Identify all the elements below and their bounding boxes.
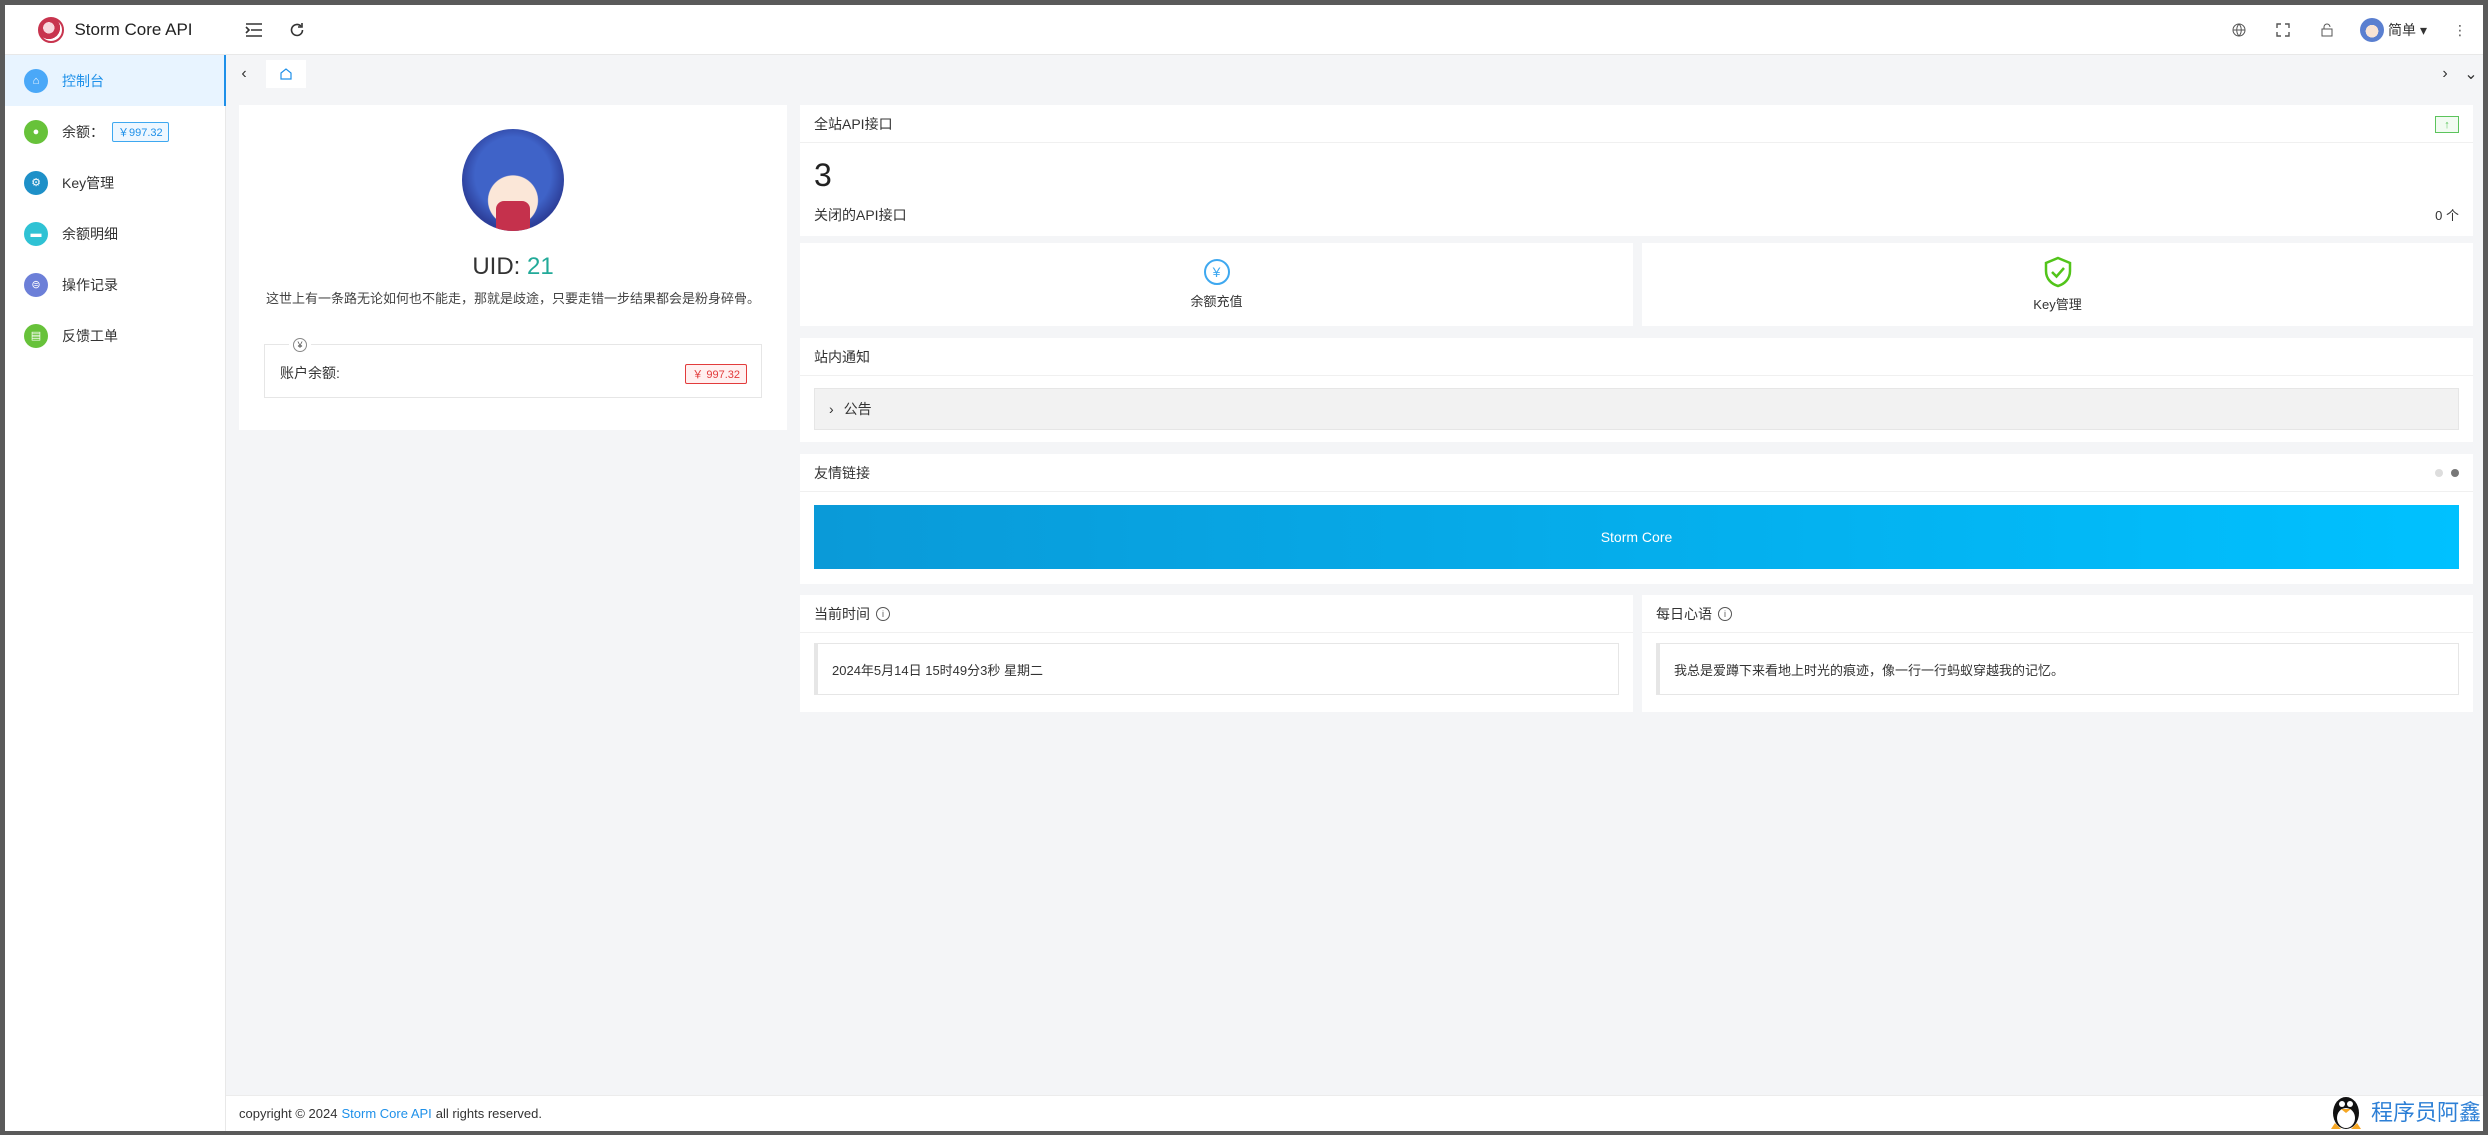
carousel-dot-active[interactable] <box>2451 469 2459 477</box>
user-menu[interactable]: 简单 ▾ <box>2359 18 2427 42</box>
footer: copyright © 2024 Storm Core API all righ… <box>226 1095 2483 1131</box>
time-card-head: 当前时间 i <box>800 595 1633 633</box>
chevron-right-icon[interactable]: › <box>2433 62 2457 86</box>
carousel-dot[interactable] <box>2435 469 2443 477</box>
sidebar-item-dashboard[interactable]: ⌂ 控制台 <box>5 55 226 106</box>
daily-quote-card: 每日心语 i 我总是爱蹲下来看地上时光的痕迹，像一行一行蚂蚁穿越我的记忆。 <box>1642 595 2473 712</box>
key-manage-button[interactable]: Key管理 <box>1642 243 2473 326</box>
friend-links-title: 友情链接 <box>800 454 2473 492</box>
account-balance-label: 账户余额: <box>280 365 340 381</box>
friend-links-card: 友情链接 Storm Core <box>800 454 2473 584</box>
sidebar-item-feedback[interactable]: ▤ 反馈工单 <box>5 310 225 361</box>
chevron-right-icon: › <box>829 401 834 417</box>
app-window: Storm Core API 简单 ▾ ⋮ ⌂ 控制台 ● 余额： ￥997.3… <box>5 5 2483 1131</box>
brand[interactable]: Storm Core API <box>5 5 226 55</box>
watermark: 程序员阿鑫 <box>2327 1091 2483 1131</box>
brand-logo-icon <box>38 17 65 43</box>
api-card-title: 全站API接口 <box>800 105 2473 143</box>
quote-card-head: 每日心语 i <box>1642 595 2473 633</box>
sidebar-item-operation-log[interactable]: ⊜ 操作记录 <box>5 259 225 310</box>
sidebar-item-label: 控制台 <box>62 72 104 89</box>
chevron-left-icon[interactable]: ‹ <box>232 62 256 86</box>
quote-title: 每日心语 <box>1656 605 1712 622</box>
info-icon[interactable]: i <box>876 606 890 621</box>
recharge-label: 余额充值 <box>1190 294 1243 309</box>
log-icon: ⊜ <box>24 272 48 297</box>
yen-icon: ¥ <box>1203 259 1230 285</box>
notice-title: 站内通知 <box>800 338 2473 376</box>
chevron-down-icon: ▾ <box>2419 21 2427 38</box>
key-manage-label: Key管理 <box>2033 297 2082 312</box>
sidebar-item-balance-detail[interactable]: ▬ 余额明细 <box>5 208 225 259</box>
announcement-label: 公告 <box>843 401 872 417</box>
balance-fieldset: ¥ 账户余额: ￥ 997.32 <box>264 336 762 398</box>
sidebar-item-label: 余额： <box>62 123 104 140</box>
refresh-icon[interactable] <box>284 17 310 43</box>
fullscreen-icon[interactable] <box>2272 19 2294 41</box>
tabs-bar: ‹ › ⌄ <box>226 55 2483 93</box>
penguin-icon <box>2330 1097 2361 1129</box>
api-count: 3 <box>814 157 832 193</box>
home-tab-icon <box>280 68 292 80</box>
closed-api-value: 0 个 <box>2435 208 2459 223</box>
lock-icon[interactable] <box>2316 19 2338 41</box>
tab-home[interactable] <box>266 60 306 88</box>
sidebar-item-balance[interactable]: ● 余额： ￥997.32 <box>5 106 225 157</box>
profile-card: UID: 21 这世上有一条路无论如何也不能走，那就是歧途，只要走错一步结果都会… <box>239 105 787 430</box>
uid-value: 21 <box>526 253 554 280</box>
api-stats-card: 全站API接口 ↑ 3 关闭的API接口 0 个 <box>800 105 2473 236</box>
footer-link[interactable]: Storm Core API <box>341 1106 431 1121</box>
notice-card: 站内通知 › 公告 <box>800 338 2473 442</box>
current-time-card: 当前时间 i 2024年5月14日 15时49分3秒 星期二 <box>800 595 1633 712</box>
wallet-icon: ● <box>24 119 48 144</box>
menu-collapse-icon[interactable] <box>241 17 267 43</box>
sidebar-item-label: Key管理 <box>62 174 115 191</box>
fieldset-legend: ¥ <box>289 336 311 354</box>
closed-api-label: 关闭的API接口 <box>814 207 907 223</box>
ticket-icon: ▤ <box>24 323 48 348</box>
recharge-button[interactable]: ¥ 余额充值 <box>800 243 1633 326</box>
time-value: 2024年5月14日 15时49分3秒 星期二 <box>814 643 1619 695</box>
header-tools: 简单 ▾ ⋮ <box>2228 5 2471 55</box>
user-name: 简单 <box>2387 22 2416 38</box>
profile-motto: 这世上有一条路无论如何也不能走，那就是歧途，只要走错一步结果都会是粉身碎骨。 <box>265 291 760 306</box>
carousel-indicators <box>2435 469 2459 477</box>
time-title: 当前时间 <box>814 605 870 622</box>
yen-icon: ¥ <box>293 338 307 352</box>
sidebar-item-label: 操作记录 <box>62 276 118 293</box>
copyright-prefix: copyright © 2024 <box>239 1106 338 1121</box>
tabs-dropdown-icon[interactable]: ⌄ <box>2459 62 2483 86</box>
arrow-up-icon: ↑ <box>2435 116 2459 133</box>
uid-label: UID: <box>472 253 527 280</box>
account-balance-value: ￥ 997.32 <box>685 364 747 384</box>
watermark-text: 程序员阿鑫 <box>2370 1100 2481 1125</box>
user-avatar <box>2359 18 2384 42</box>
shield-check-icon <box>2044 256 2071 288</box>
balance-badge: ￥997.32 <box>112 121 169 142</box>
more-vertical-icon[interactable]: ⋮ <box>2449 19 2471 41</box>
chat-icon: ▬ <box>24 221 48 246</box>
sidebar-item-label: 余额明细 <box>62 225 118 242</box>
announcement-accordion[interactable]: › 公告 <box>814 388 2459 430</box>
sidebar-item-label: 反馈工单 <box>62 327 118 344</box>
globe-icon[interactable] <box>2228 19 2250 41</box>
storm-core-banner[interactable]: Storm Core <box>814 505 2459 569</box>
sidebar: ⌂ 控制台 ● 余额： ￥997.32 ⚙ Key管理 ▬ 余额明细 ⊜ 操作记… <box>5 55 226 1131</box>
uid-line: UID: 21 <box>239 253 787 281</box>
profile-avatar <box>462 129 564 231</box>
sidebar-item-key-manage[interactable]: ⚙ Key管理 <box>5 157 225 208</box>
home-icon: ⌂ <box>24 68 48 93</box>
quote-value: 我总是爱蹲下来看地上时光的痕迹，像一行一行蚂蚁穿越我的记忆。 <box>1656 643 2459 695</box>
app-title: Storm Core API <box>74 20 193 39</box>
info-icon[interactable]: i <box>1718 606 1732 621</box>
top-header: Storm Core API 简单 ▾ ⋮ <box>5 5 2483 55</box>
copyright-suffix: all rights reserved. <box>435 1106 543 1121</box>
key-icon: ⚙ <box>24 170 48 195</box>
